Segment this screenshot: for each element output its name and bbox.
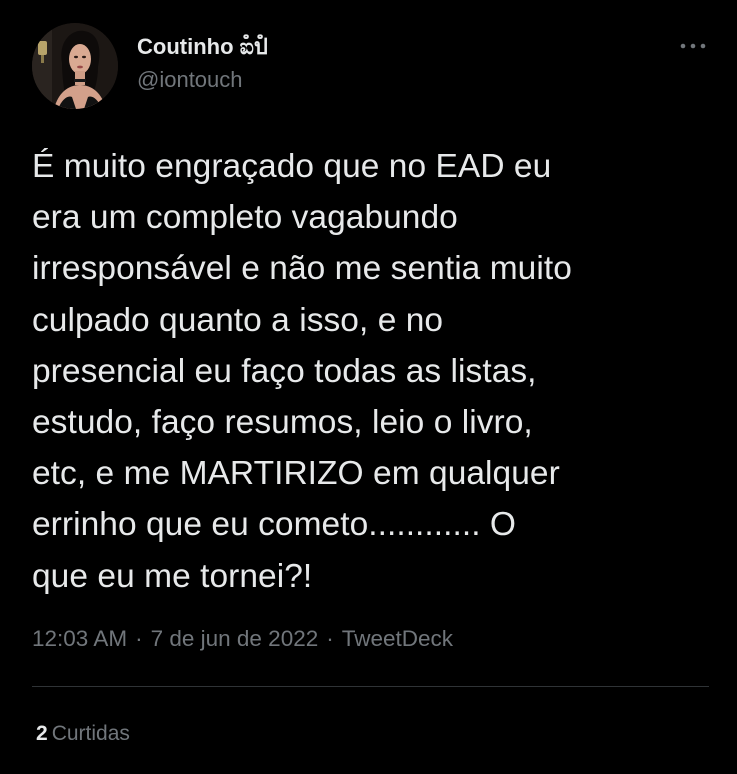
likes-count: 2 <box>36 722 48 745</box>
divider <box>32 686 709 687</box>
tweet-date[interactable]: 7 de jun de 2022 <box>151 626 319 651</box>
more-options-button[interactable] <box>676 36 710 56</box>
likes-stat[interactable]: 2 Curtidas <box>36 719 130 749</box>
tweet-text: É muito engraçado que no EAD eu era um c… <box>32 148 572 595</box>
author-display-name[interactable]: Coutinho ಐໍปໍ <box>137 32 268 62</box>
more-horizontal-icon <box>680 43 706 49</box>
meta-separator: · <box>135 626 143 651</box>
author-handle[interactable]: @iontouch <box>137 65 268 95</box>
tweet-metadata: 12:03 AM · 7 de jun de 2022 · TweetDeck <box>32 623 453 655</box>
avatar[interactable] <box>32 23 118 109</box>
meta-separator: · <box>326 626 334 651</box>
likes-label: Curtidas <box>51 722 130 745</box>
tweet-source[interactable]: TweetDeck <box>342 626 453 651</box>
author-block: Coutinho ಐໍปໍ @iontouch <box>137 32 268 95</box>
avatar-image <box>32 23 118 109</box>
tweet-detail: Coutinho ಐໍปໍ @iontouch É muito engraçad… <box>0 0 737 774</box>
tweet-time[interactable]: 12:03 AM <box>32 626 127 651</box>
